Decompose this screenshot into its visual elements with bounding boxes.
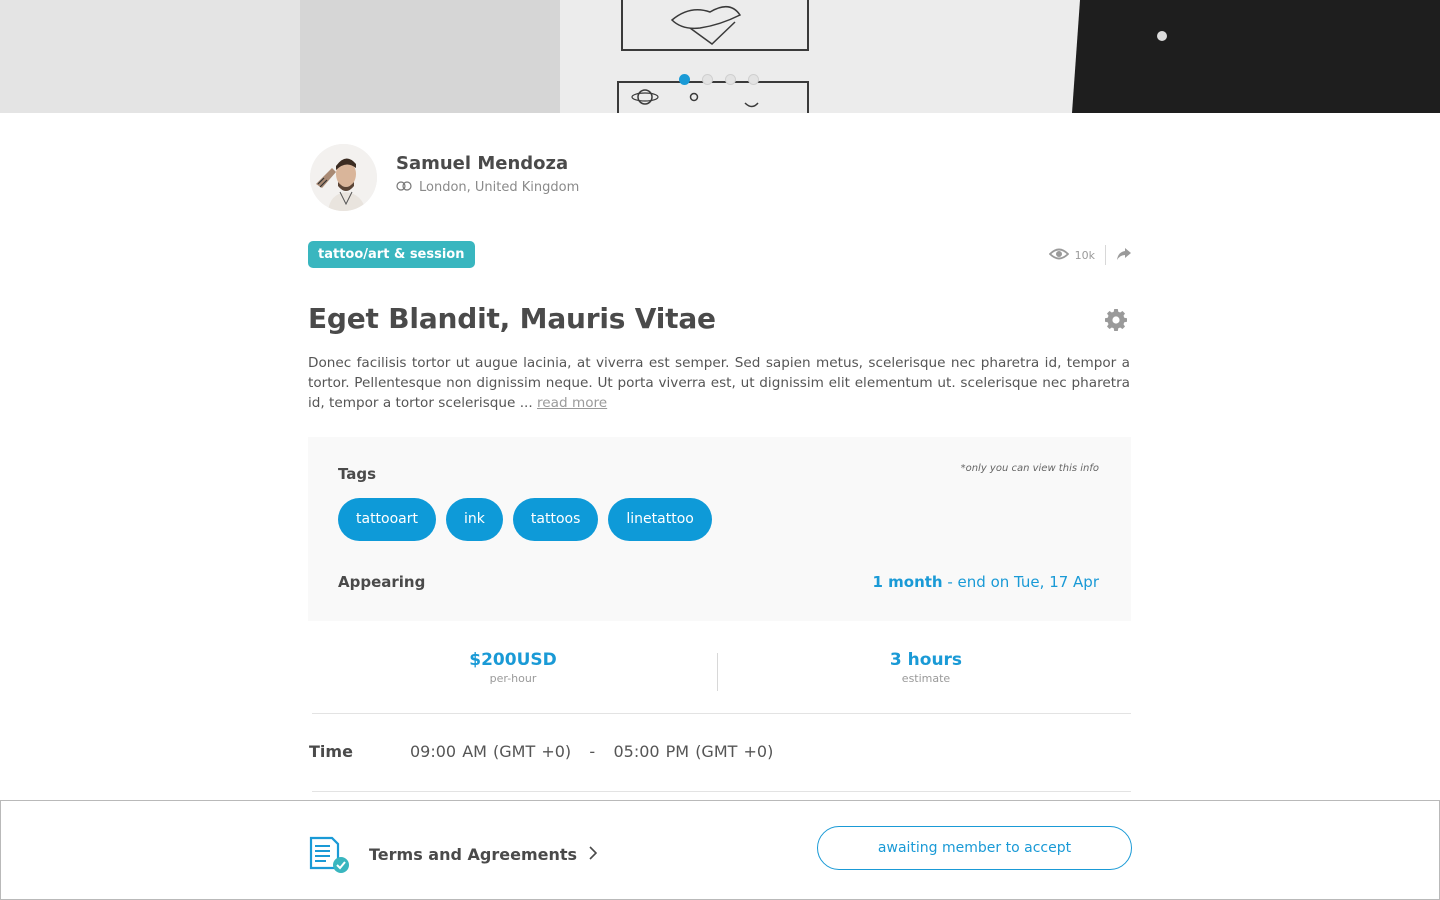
- carousel-dots: [679, 74, 759, 85]
- pricing-summary: $200USD per-hour 3 hours estimate: [308, 650, 1131, 692]
- appearing-end-date: - end on Tue, 17 Apr: [942, 573, 1099, 591]
- time-label: Time: [309, 742, 353, 761]
- description-text: Donec facilisis tortor ut augue lacinia,…: [308, 355, 1130, 411]
- view-count: 10k: [1048, 245, 1106, 265]
- appearing-value: 1 month - end on Tue, 17 Apr: [872, 573, 1099, 591]
- awaiting-accept-button[interactable]: awaiting member to accept: [817, 826, 1132, 870]
- tag-list: tattooart ink tattoos linetattoo: [338, 498, 712, 541]
- read-more-link[interactable]: read more: [537, 395, 607, 411]
- private-info-note: *only you can view this info: [960, 463, 1099, 474]
- duration-value: 3 hours: [889, 650, 963, 670]
- profile-name[interactable]: Samuel Mendoza: [396, 153, 568, 174]
- location-text: London, United Kingdom: [419, 180, 580, 195]
- carousel-dot-4[interactable]: [748, 74, 759, 85]
- profile-location: London, United Kingdom: [396, 180, 579, 195]
- price-unit: per-hour: [489, 672, 537, 685]
- terms-agreements-link[interactable]: Terms and Agreements: [369, 845, 598, 864]
- carousel-dot-2[interactable]: [702, 74, 713, 85]
- listing-title: Eget Blandit, Mauris Vitae: [308, 302, 716, 335]
- tag-chip[interactable]: linetattoo: [608, 498, 712, 541]
- price-block: $200USD per-hour: [308, 650, 718, 685]
- time-range: 09:00 AM (GMT +0) - 05:00 PM (GMT +0): [410, 742, 774, 761]
- location-icon: [396, 180, 412, 195]
- divider: [312, 713, 1131, 714]
- duration-unit: estimate: [901, 672, 951, 685]
- divider: [717, 653, 718, 691]
- hero-carousel[interactable]: [0, 0, 1440, 113]
- tag-chip[interactable]: ink: [446, 498, 503, 541]
- listing-info-panel: Tags *only you can view this info tattoo…: [308, 437, 1131, 621]
- eye-icon: [1048, 247, 1069, 264]
- share-icon: [1116, 247, 1132, 264]
- listing-description: Donec facilisis tortor ut augue lacinia,…: [308, 353, 1130, 413]
- views-value: 10k: [1074, 248, 1095, 262]
- footer-bar: Terms and Agreements awaiting member to …: [0, 800, 1440, 900]
- document-check-icon: [308, 836, 350, 878]
- tag-chip[interactable]: tattooart: [338, 498, 437, 541]
- gear-icon[interactable]: [1104, 308, 1128, 336]
- terms-label: Terms and Agreements: [369, 845, 578, 864]
- hero-image: [0, 0, 1440, 113]
- tag-chip[interactable]: tattoos: [512, 498, 599, 541]
- carousel-dot-3[interactable]: [725, 74, 736, 85]
- share-button[interactable]: [1106, 247, 1132, 264]
- appearing-duration: 1 month: [872, 573, 943, 591]
- price-value: $200USD: [469, 650, 557, 670]
- tags-label: Tags: [338, 465, 377, 483]
- category-badge[interactable]: tattoo/art & session: [308, 241, 475, 268]
- avatar[interactable]: [310, 144, 377, 211]
- listing-stats: 10k: [1048, 243, 1132, 267]
- appearing-label: Appearing: [338, 573, 426, 591]
- divider: [312, 791, 1131, 792]
- chevron-right-icon: [589, 845, 598, 864]
- duration-block: 3 hours estimate: [721, 650, 1131, 685]
- carousel-dot-1[interactable]: [679, 74, 690, 85]
